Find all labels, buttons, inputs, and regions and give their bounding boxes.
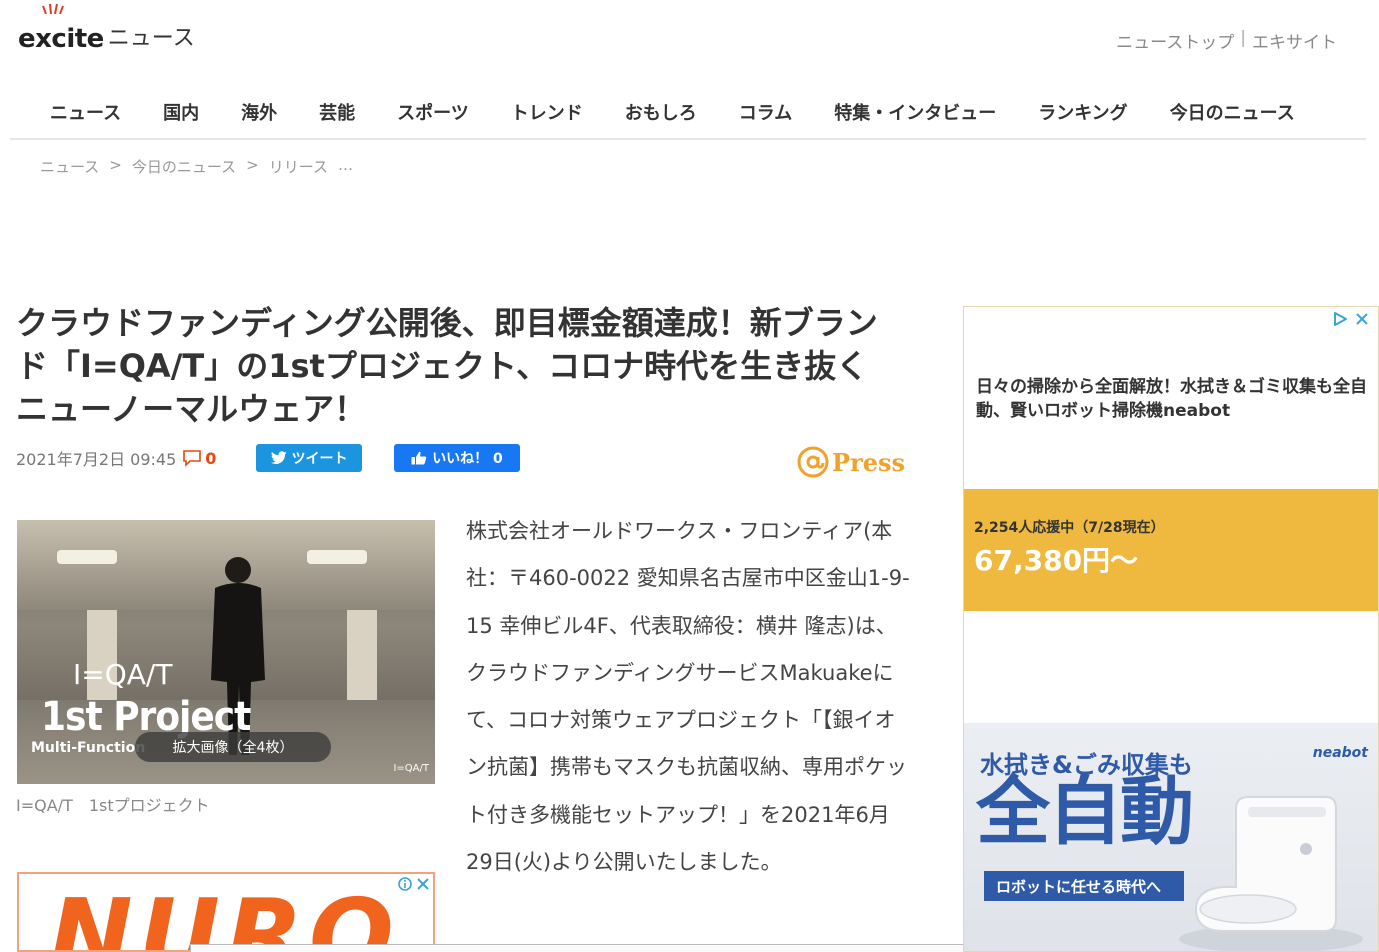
close-ad-icon[interactable] — [415, 876, 431, 892]
close-ad-icon[interactable] — [1354, 311, 1370, 327]
ad-image-big: 全自動 — [976, 769, 1194, 855]
nav-item-column[interactable]: コラム — [739, 99, 792, 125]
photo-pillar — [347, 610, 377, 710]
logo-rays-icon — [42, 3, 64, 14]
ad-controls — [1332, 311, 1370, 327]
comment-count: 0 — [205, 448, 217, 468]
thumbs-up-icon — [411, 451, 427, 465]
breadcrumb-separator: > — [246, 156, 259, 174]
photo-caption: I=QA/T 1stプロジェクト — [16, 796, 210, 815]
nuro-ad-text: NURO — [49, 877, 400, 952]
article-date: 2021年7月2日 09:45 — [16, 450, 177, 469]
photo-light — [57, 550, 117, 564]
photo-brand: I=QA/T — [73, 658, 173, 691]
header-links: ニューストップ | エキサイト — [1116, 28, 1337, 53]
adchoices-play-icon[interactable] — [1332, 311, 1348, 327]
tweet-label: ツイート — [291, 451, 348, 467]
comment-icon — [183, 450, 202, 467]
nav-item-domestic[interactable]: 国内 — [163, 99, 199, 125]
nav-item-news[interactable]: ニュース — [50, 99, 121, 125]
nav-item-sports[interactable]: スポーツ — [397, 99, 469, 125]
nuro-ad[interactable]: NURO — [17, 872, 435, 952]
enlarge-image-button[interactable]: 拡大画像（全4枚） — [135, 732, 331, 762]
breadcrumb: ニュース > 今日のニュース > リリース … — [40, 156, 353, 177]
article-meta: 2021年7月2日 09:45 0 — [16, 444, 216, 472]
twitter-bird-icon — [270, 451, 286, 465]
comment-link[interactable]: 0 — [182, 449, 216, 468]
excite-logo[interactable]: excite ニュース — [18, 3, 195, 54]
facebook-like-button[interactable]: いいね！ 0 — [394, 444, 520, 472]
ad-backers: 2,254人応援中（7/28現在） — [974, 520, 1165, 536]
press-word: Press — [832, 447, 905, 477]
logo-sub: ニュース — [107, 26, 195, 51]
nav-item-entertainment[interactable]: 芸能 — [319, 99, 355, 125]
atpress-logo[interactable]: Press — [796, 444, 905, 480]
tweet-button[interactable]: ツイート — [256, 444, 362, 472]
article-body: 株式会社オールドワークス・フロンティア(本社：〒460-0022 愛知県名古屋市… — [466, 519, 910, 875]
nav-item-features[interactable]: 特集・インタビュー — [834, 99, 996, 125]
robot-vacuum-image — [1179, 796, 1363, 951]
article-photo[interactable]: I=QA/T 1st Project Multi-Function 拡大画像（全… — [17, 520, 435, 784]
photo-multi: Multi-Function — [31, 740, 146, 756]
nav-item-funny[interactable]: おもしろ — [625, 99, 697, 125]
ad-headline[interactable]: 日々の掃除から全面解放！水拭き＆ゴミ収集も全自動、賢いロボット掃除機neabot — [976, 375, 1368, 423]
breadcrumb-ellipsis: … — [337, 156, 353, 174]
photo-stamp: I=QA/T — [393, 763, 429, 774]
logo-word: excite — [18, 24, 104, 54]
breadcrumb-separator: > — [109, 156, 122, 174]
photo-light — [307, 550, 367, 564]
nav-item-ranking[interactable]: ランキング — [1038, 99, 1127, 125]
ad-price: 67,380円〜 — [974, 544, 1139, 577]
article-title: クラウドファンディング公開後、即目標金額達成！新ブランド「I=QA/T」の1st… — [16, 304, 878, 428]
nav-item-trend[interactable]: トレンド — [511, 99, 583, 125]
breadcrumb-release[interactable]: リリース — [269, 156, 328, 177]
at-sign-icon — [797, 446, 829, 478]
neabot-ad[interactable]: 日々の掃除から全面解放！水拭き＆ゴミ収集も全自動、賢いロボット掃除機neabot… — [963, 306, 1379, 952]
main-nav: ニュース 国内 海外 芸能 スポーツ トレンド おもしろ コラム 特集・インタビ… — [10, 86, 1366, 140]
ad-image[interactable]: 水拭き&ごみ収集も 全自動 neabot ロボットに任せる時代へ — [964, 723, 1378, 951]
like-label: いいね！ 0 — [432, 451, 503, 467]
breadcrumb-today[interactable]: 今日のニュース — [132, 156, 236, 177]
header-link-news-top[interactable]: ニューストップ — [1116, 28, 1234, 53]
header-link-excite[interactable]: エキサイト — [1252, 28, 1337, 53]
ad-image-bar: ロボットに任せる時代へ — [984, 871, 1184, 901]
adchoices-icon[interactable] — [397, 876, 413, 892]
breadcrumb-news[interactable]: ニュース — [40, 156, 99, 177]
ad-image-brand: neabot — [1312, 745, 1368, 761]
nav-item-today[interactable]: 今日のニュース — [1170, 99, 1295, 125]
header-link-separator: | — [1240, 28, 1246, 48]
ad-price-band[interactable]: 2,254人応援中（7/28現在） 67,380円〜 — [964, 489, 1378, 611]
ad-controls — [397, 876, 431, 892]
nav-item-overseas[interactable]: 海外 — [241, 99, 277, 125]
